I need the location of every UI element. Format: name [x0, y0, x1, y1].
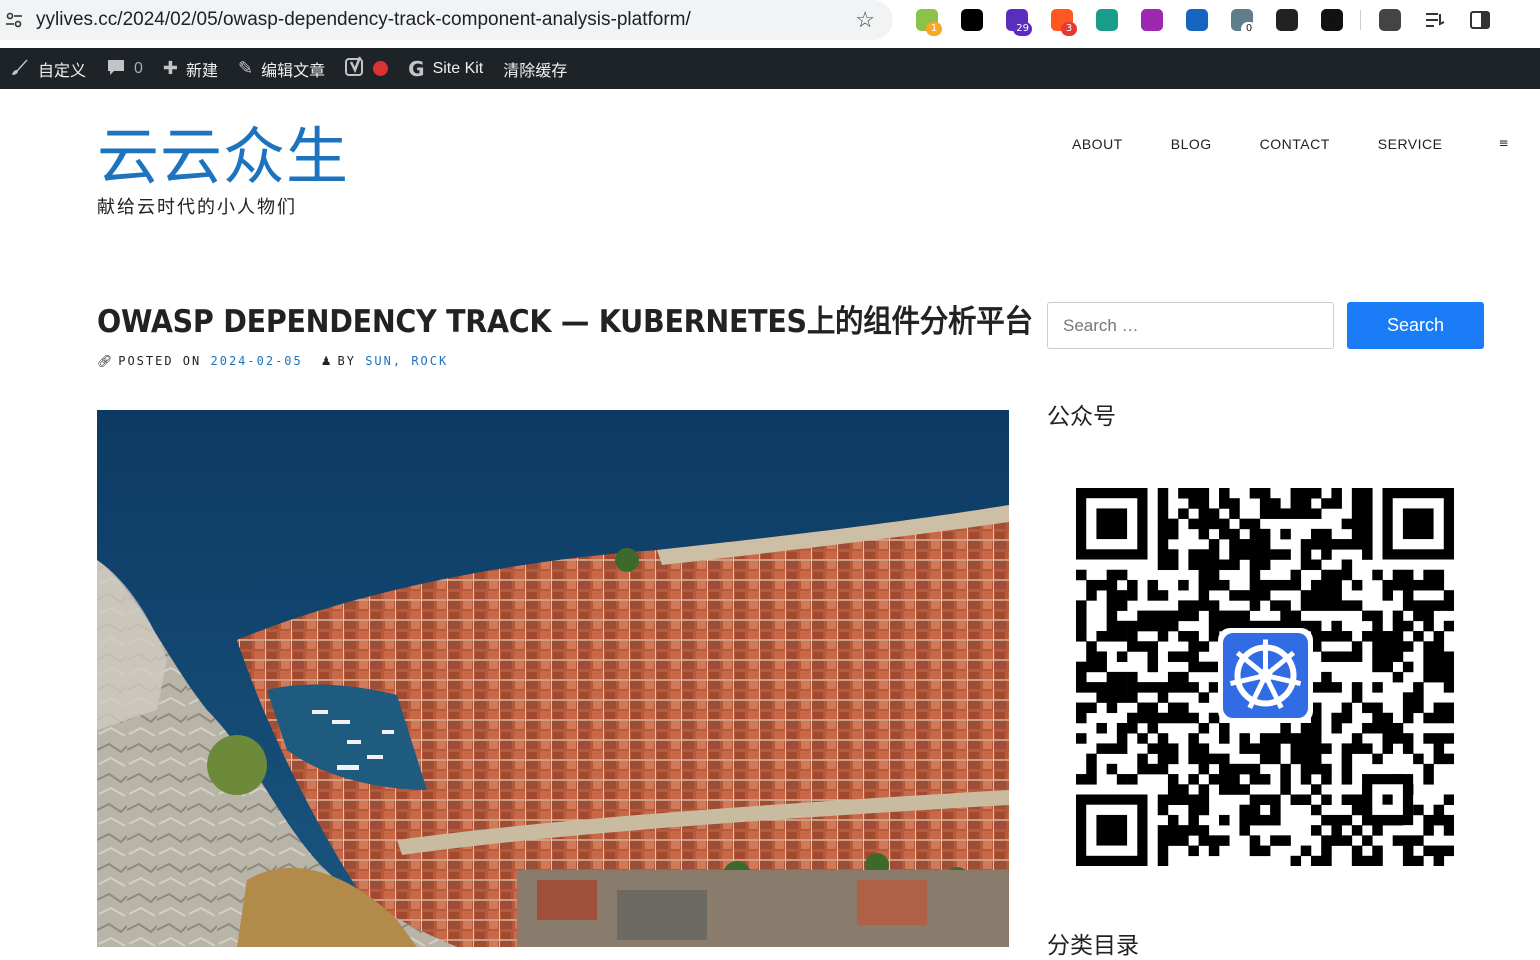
link-icon: 🔗︎ [97, 354, 115, 368]
extension-teal-icon[interactable] [1090, 4, 1124, 36]
medium-extension-glyph [1321, 9, 1343, 31]
yoast-seo-menu[interactable] [335, 48, 398, 89]
search-input[interactable] [1047, 302, 1334, 349]
site-description: 献给云时代的小人物们 [97, 197, 297, 218]
extension-blue-glyph [1186, 9, 1208, 31]
extension-teal-glyph [1096, 9, 1118, 31]
site-info-icon[interactable] [2, 8, 26, 32]
clear-cache-label: 清除缓存 [503, 62, 568, 80]
toolbar-separator [1360, 10, 1361, 30]
plus-icon: ✚ [162, 57, 179, 79]
featured-image [97, 410, 1009, 947]
comment-icon [106, 57, 126, 81]
notion-extension-glyph [961, 9, 983, 31]
notion-extension-icon[interactable] [955, 4, 989, 36]
extensions-puzzle-icon[interactable] [1373, 4, 1407, 36]
extension-1-badge: 1 [926, 22, 942, 36]
edit-post-label: 编辑文章 [261, 62, 326, 80]
extension-29-badge: 29 [1013, 22, 1032, 36]
by-label: BY [337, 354, 356, 368]
bookmark-star-icon[interactable]: ☆ [855, 8, 875, 32]
sitekit-label: Site Kit [432, 59, 484, 77]
extension-dark-icon[interactable] [1270, 4, 1304, 36]
pencil-icon: ✎ [238, 57, 254, 79]
nav-item-service[interactable]: SERVICE [1378, 136, 1443, 152]
medium-extension-icon[interactable] [1315, 4, 1349, 36]
extension-29-icon[interactable]: 29 [1000, 4, 1034, 36]
extension-0-icon[interactable]: 0 [1225, 4, 1259, 36]
search-button[interactable]: Search [1347, 302, 1484, 349]
site-title[interactable]: 云云众生 [97, 122, 349, 192]
wp-admin-bar: 自定义 0 ✚ 新建 ✎ 编辑文章 G Site Kit 清除缓存 [0, 48, 1540, 89]
extension-3-badge: 3 [1061, 22, 1077, 36]
extension-purple-icon[interactable] [1135, 4, 1169, 36]
customize-label: 自定义 [38, 62, 87, 80]
seo-status-dot [373, 61, 389, 76]
browser-toolbar: yylives.cc/2024/02/05/owasp-dependency-t… [0, 0, 1540, 48]
extension-purple-glyph [1141, 9, 1163, 31]
comments-count: 0 [134, 59, 143, 77]
wechat-qr-code [1076, 488, 1455, 867]
extensions-puzzle-glyph [1379, 9, 1401, 31]
post-title: OWASP DEPENDENCY TRACK — KUBERNETES上的组件分… [97, 304, 1033, 340]
google-g-icon: G [408, 56, 425, 81]
edit-post-link[interactable]: ✎ 编辑文章 [228, 48, 335, 89]
author-icon: ♟ [320, 354, 334, 368]
post-meta: 🔗︎ POSTED ON 2024-02-05 ♟ BY SUN, ROCK [97, 354, 448, 368]
side-panel-icon[interactable] [1463, 4, 1497, 36]
address-bar[interactable]: yylives.cc/2024/02/05/owasp-dependency-t… [0, 0, 893, 40]
extensions-toolbar: 1 29 3 0 [910, 4, 1508, 36]
wechat-widget-title: 公众号 [1047, 404, 1116, 430]
main-navigation: ABOUT BLOG CONTACT SERVICE ≡ [1072, 136, 1509, 152]
customize-link[interactable]: 自定义 [0, 48, 96, 89]
categories-widget-title: 分类目录 [1047, 933, 1139, 959]
new-content-link[interactable]: ✚ 新建 [153, 48, 228, 89]
yoast-icon [345, 56, 365, 82]
author-link[interactable]: SUN, ROCK [365, 354, 448, 368]
menu-toggle-icon[interactable]: ≡ [1498, 136, 1509, 152]
nav-item-contact[interactable]: CONTACT [1260, 136, 1330, 152]
posted-on-label: POSTED ON [118, 354, 202, 368]
sitekit-link[interactable]: G Site Kit [398, 48, 493, 89]
clear-cache-link[interactable]: 清除缓存 [493, 48, 577, 89]
url-text[interactable]: yylives.cc/2024/02/05/owasp-dependency-t… [36, 9, 691, 31]
comments-link[interactable]: 0 [96, 48, 153, 89]
nav-item-about[interactable]: ABOUT [1072, 136, 1123, 152]
nav-item-blog[interactable]: BLOG [1171, 136, 1212, 152]
paintbrush-icon [10, 57, 30, 81]
reading-list-icon[interactable] [1418, 4, 1452, 36]
extension-3-icon[interactable]: 3 [1045, 4, 1079, 36]
extension-1-icon[interactable]: 1 [910, 4, 944, 36]
post-date-link[interactable]: 2024-02-05 [211, 354, 303, 368]
extension-blue-icon[interactable] [1180, 4, 1214, 36]
extension-0-badge: 0 [1241, 22, 1257, 36]
new-label: 新建 [186, 62, 219, 80]
extension-dark-glyph [1276, 9, 1298, 31]
